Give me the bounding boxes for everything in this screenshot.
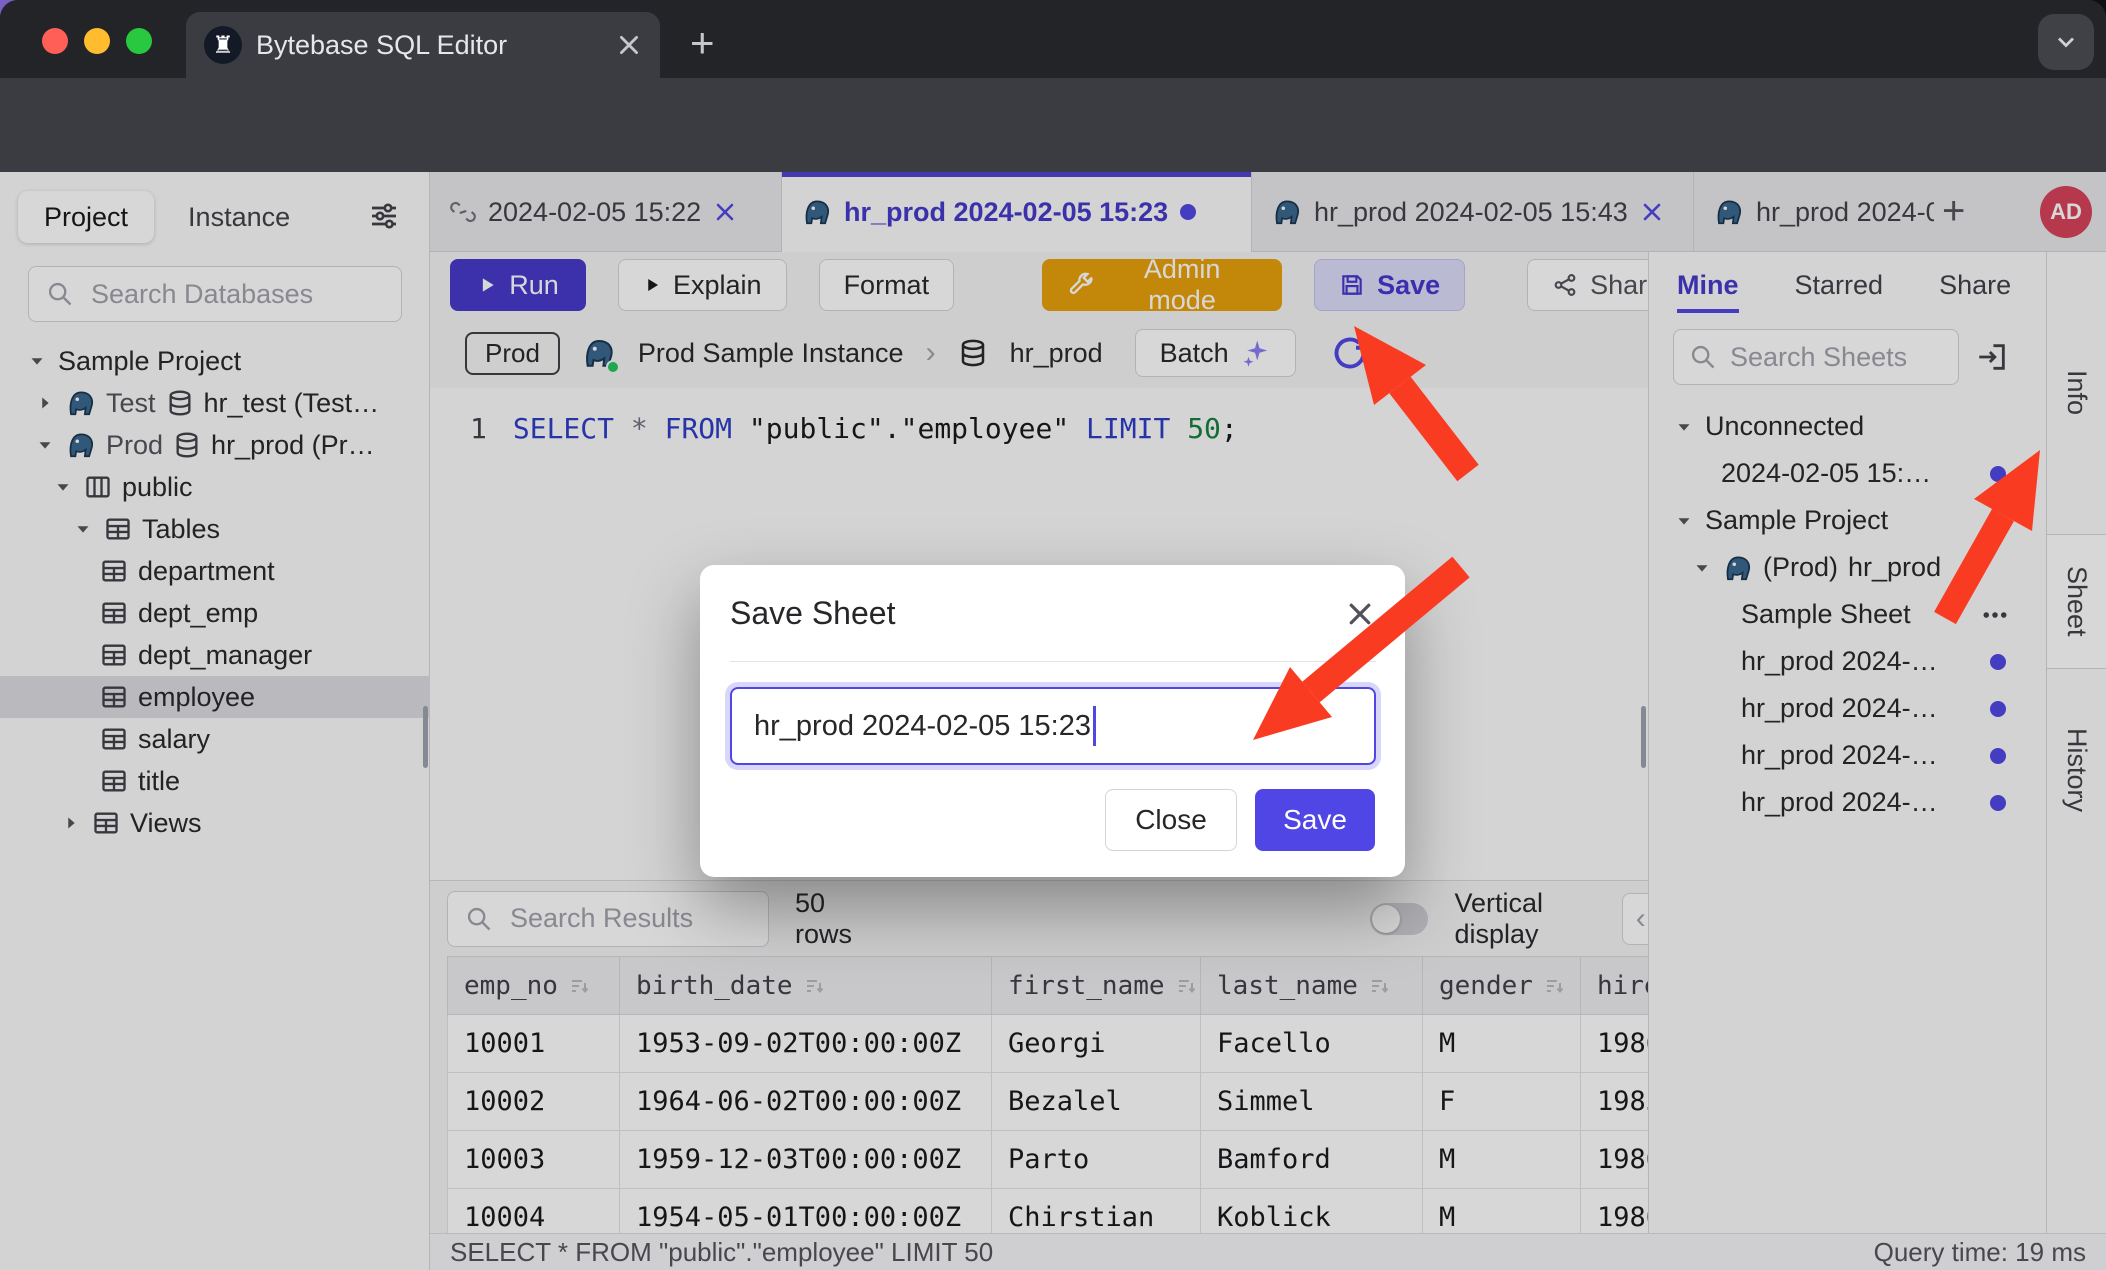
close-tab-icon[interactable] — [616, 32, 642, 58]
browser-toolbar: localhost:8080/sql-editor/prod-sample-in… — [0, 78, 2106, 172]
close-label: Close — [1135, 804, 1207, 836]
dialog-save-button[interactable]: Save — [1255, 789, 1375, 851]
browser-tab-title: Bytebase SQL Editor — [256, 30, 602, 61]
save-label: Save — [1283, 804, 1347, 836]
save-sheet-dialog: Save Sheet hr_prod 2024-02-05 15:23 Clos… — [700, 565, 1405, 877]
browser-window: ♜ Bytebase SQL Editor + localhost:8080/s… — [0, 0, 2106, 1270]
close-window-button[interactable] — [42, 28, 68, 54]
sheet-title-input[interactable]: hr_prod 2024-02-05 15:23 — [730, 687, 1376, 765]
sheet-title-value: hr_prod 2024-02-05 15:23 — [754, 710, 1091, 743]
close-dialog-icon[interactable] — [1345, 599, 1375, 629]
tab-search-button[interactable] — [2038, 14, 2094, 70]
chevron-down-icon — [2052, 28, 2080, 56]
dialog-close-button[interactable]: Close — [1105, 789, 1237, 851]
dialog-divider — [730, 661, 1376, 662]
new-tab-button[interactable]: + — [690, 22, 715, 64]
maximize-window-button[interactable] — [126, 28, 152, 54]
dialog-title: Save Sheet — [730, 595, 895, 632]
browser-tab-strip: ♜ Bytebase SQL Editor + — [0, 0, 2106, 78]
text-caret — [1093, 706, 1096, 746]
bytebase-favicon-icon: ♜ — [204, 26, 242, 64]
browser-tab[interactable]: ♜ Bytebase SQL Editor — [186, 12, 660, 78]
minimize-window-button[interactable] — [84, 28, 110, 54]
